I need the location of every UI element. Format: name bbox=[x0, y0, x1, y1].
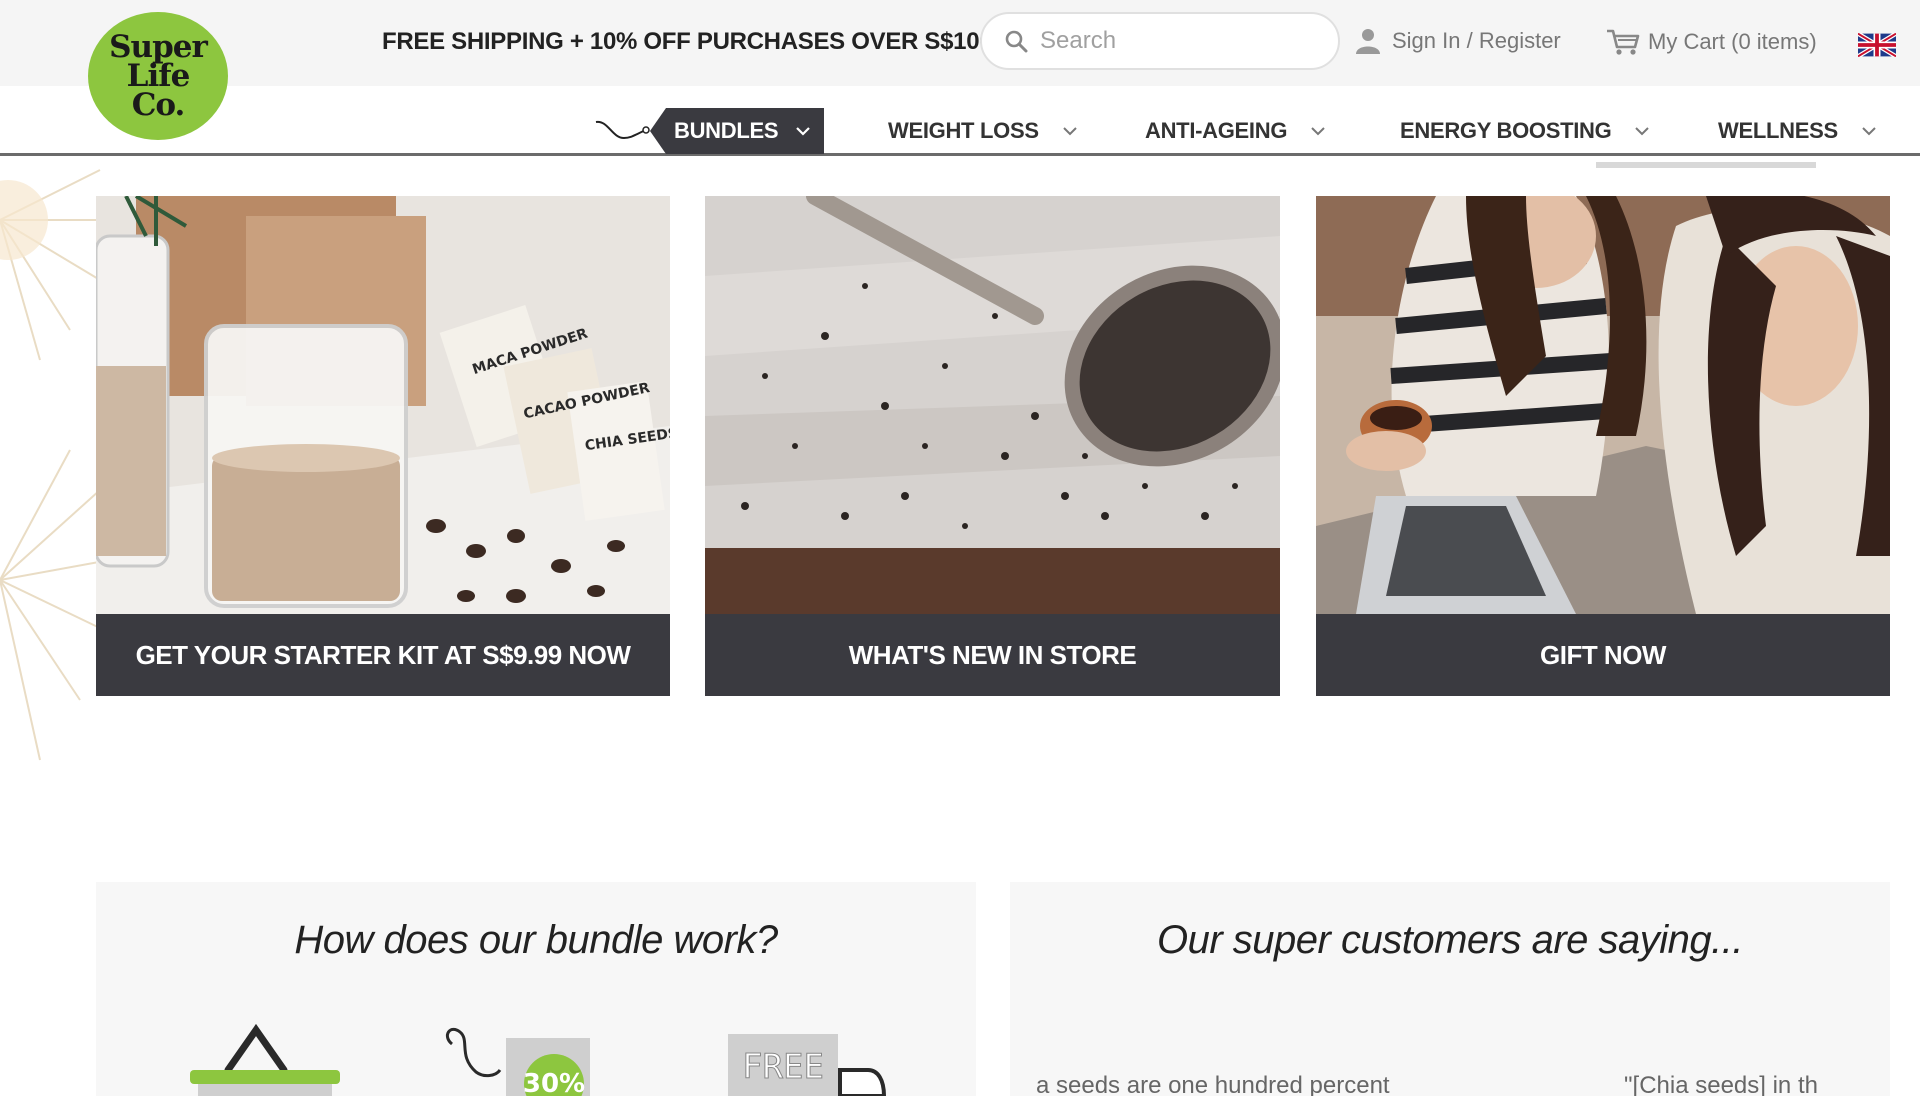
testimonial-quote-1: a seeds are one hundred percent bbox=[1036, 1072, 1390, 1096]
tag-string-icon bbox=[595, 120, 650, 140]
top-bar: FREE SHIPPING + 10% OFF PURCHASES OVER S… bbox=[0, 0, 1920, 86]
nav-item-bundles[interactable]: BUNDLES bbox=[594, 108, 825, 154]
search-input[interactable] bbox=[1040, 27, 1320, 55]
discount-tag-icon: 30% bbox=[446, 1027, 590, 1096]
nav-label-anti-ageing: ANTI-AGEING bbox=[1145, 118, 1288, 143]
my-cart-link[interactable]: My Cart (0 items) bbox=[1606, 28, 1817, 56]
chevron-down-icon bbox=[1311, 127, 1325, 136]
testimonials-panel: Our super customers are saying... a seed… bbox=[1010, 882, 1890, 1096]
free-shipping-icon: FREE bbox=[728, 1034, 887, 1096]
chevron-down-icon bbox=[796, 127, 811, 136]
starter-kit-caption: GET YOUR STARTER KIT AT S$9.99 NOW bbox=[96, 614, 670, 696]
free-shipping-promo: FREE SHIPPING + 10% OFF PURCHASES OVER S… bbox=[382, 28, 993, 55]
nav-label-wellness: WELLNESS bbox=[1718, 118, 1838, 143]
badge-free: FREE bbox=[742, 1047, 824, 1087]
cart-label: My Cart (0 items) bbox=[1648, 29, 1817, 54]
nav-item-wellness[interactable]: WELLNESS bbox=[1718, 118, 1876, 144]
search-icon bbox=[1005, 30, 1028, 53]
chevron-down-icon bbox=[1062, 127, 1077, 136]
gift-now-caption: GIFT NOW bbox=[1316, 614, 1890, 696]
nav-item-anti-ageing[interactable]: ANTI-AGEING bbox=[1145, 118, 1325, 144]
banner-starter-kit[interactable]: MACA POWDER CACAO POWDER CHIA SEEDS GET … bbox=[96, 196, 670, 696]
banner-gift-now[interactable]: GIFT NOW bbox=[1316, 196, 1890, 696]
sign-in-label: Sign In / Register bbox=[1392, 28, 1561, 53]
bundle-info-heading: How does our bundle work? bbox=[294, 918, 778, 962]
nav-label-energy-boosting: ENERGY BOOSTING bbox=[1400, 118, 1612, 143]
user-icon bbox=[1356, 29, 1380, 54]
testimonial-quote-2: "[Chia seeds] in th bbox=[1624, 1072, 1818, 1096]
promo-banners: MACA POWDER CACAO POWDER CHIA SEEDS GET … bbox=[0, 156, 1920, 776]
search-box[interactable] bbox=[980, 12, 1340, 70]
basket-icon bbox=[190, 1023, 340, 1096]
badge-percent: 30% bbox=[523, 1069, 585, 1096]
logo-line-3: Co. bbox=[131, 86, 186, 123]
nav-item-weight-loss[interactable]: WEIGHT LOSS bbox=[888, 118, 1077, 144]
nav-label-weight-loss: WEIGHT LOSS bbox=[888, 118, 1039, 143]
whats-new-caption: WHAT'S NEW IN STORE bbox=[705, 614, 1280, 696]
sign-in-register-link[interactable]: Sign In / Register bbox=[1356, 28, 1561, 54]
chia-seeds-image bbox=[705, 196, 1280, 614]
uk-flag-icon[interactable] bbox=[1858, 33, 1896, 57]
nav-label-bundles: BUNDLES bbox=[674, 118, 779, 143]
banner-whats-new[interactable]: WHAT'S NEW IN STORE bbox=[705, 196, 1280, 696]
bundle-info-panel: How does our bundle work? 30% FREE bbox=[96, 882, 976, 1096]
super-life-co-logo[interactable]: Super Life Co. bbox=[88, 12, 228, 140]
starter-kit-image: MACA POWDER CACAO POWDER CHIA SEEDS bbox=[96, 196, 670, 614]
nav-item-energy-boosting[interactable]: ENERGY BOOSTING bbox=[1400, 118, 1650, 144]
chevron-down-icon bbox=[1862, 127, 1876, 136]
gift-people-image bbox=[1316, 196, 1890, 614]
chevron-down-icon bbox=[1635, 127, 1650, 136]
cart-icon bbox=[1607, 29, 1640, 55]
testimonials-heading: Our super customers are saying... bbox=[1157, 918, 1743, 962]
main-nav: BUNDLES WEIGHT LOSS ANTI-AGEING ENERGY B… bbox=[0, 86, 1920, 156]
